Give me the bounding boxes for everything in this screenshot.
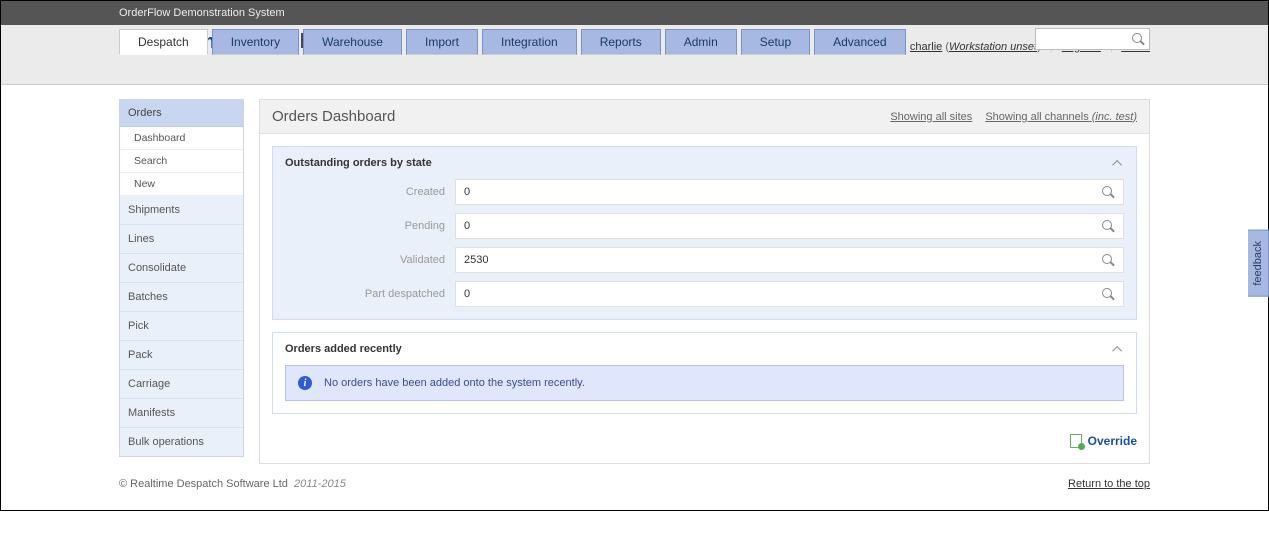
info-text: No orders have been added onto the syste…: [324, 377, 585, 389]
state-value: 0: [455, 213, 1124, 239]
channels-link[interactable]: Showing all channels (inc. test): [985, 111, 1137, 123]
sidebar-item-shipments[interactable]: Shipments: [120, 196, 243, 225]
outstanding-title: Outstanding orders by state: [285, 157, 432, 169]
recent-title: Orders added recently: [285, 343, 402, 355]
state-row: Part despatched 0: [285, 281, 1124, 307]
main-tabs: DespatchInventoryWarehouseImportIntegrat…: [119, 29, 906, 55]
search-input[interactable]: [1047, 31, 1132, 47]
sidebar-item-lines[interactable]: Lines: [120, 225, 243, 254]
state-label: Pending: [285, 220, 455, 232]
sidebar-sub-new[interactable]: New: [120, 173, 243, 196]
collapse-icon[interactable]: [1112, 343, 1124, 355]
tab-setup[interactable]: Setup: [741, 29, 810, 55]
search-icon[interactable]: [1102, 288, 1115, 301]
override-icon: [1070, 434, 1082, 448]
tab-warehouse[interactable]: Warehouse: [303, 29, 402, 55]
search-icon[interactable]: [1102, 186, 1115, 199]
state-value: 0: [455, 281, 1124, 307]
search-icon[interactable]: [1102, 220, 1115, 233]
state-row: Pending 0: [285, 213, 1124, 239]
state-label: Created: [285, 186, 455, 198]
header: RealtimeDespatch charlie (Workstation un…: [1, 25, 1268, 85]
sidebar-item-pick[interactable]: Pick: [120, 312, 243, 341]
sidebar-sub-dashboard[interactable]: Dashboard: [120, 127, 243, 150]
workstation-link[interactable]: Workstation unset: [949, 41, 1037, 53]
tab-despatch[interactable]: Despatch: [119, 29, 208, 55]
copyright-years: 2011-2015: [294, 478, 346, 490]
sites-link[interactable]: Showing all sites: [890, 111, 972, 123]
info-message: i No orders have been added onto the sys…: [285, 365, 1124, 401]
system-title: OrderFlow Demonstration System: [119, 7, 285, 19]
state-row: Validated 2530: [285, 247, 1124, 273]
state-label: Part despatched: [285, 288, 455, 300]
info-icon: i: [298, 376, 312, 390]
sidebar-item-manifests[interactable]: Manifests: [120, 399, 243, 428]
outstanding-panel: Outstanding orders by state Created0Pend…: [272, 146, 1137, 320]
state-row: Created 0: [285, 179, 1124, 205]
sidebar-sub-search[interactable]: Search: [120, 150, 243, 173]
tab-import[interactable]: Import: [406, 29, 478, 55]
state-label: Validated: [285, 254, 455, 266]
state-count: 0: [464, 288, 470, 300]
tab-advanced[interactable]: Advanced: [814, 29, 905, 55]
top-bar: OrderFlow Demonstration System: [1, 1, 1268, 25]
collapse-icon[interactable]: [1112, 157, 1124, 169]
state-value: 2530: [455, 247, 1124, 273]
main-panel: Orders Dashboard Showing all sites Showi…: [259, 99, 1150, 464]
sidebar-head-orders[interactable]: Orders: [120, 100, 243, 127]
tab-integration[interactable]: Integration: [482, 29, 577, 55]
footer: © Realtime Despatch Software Ltd 2011-20…: [1, 464, 1268, 510]
sidebar-item-batches[interactable]: Batches: [120, 283, 243, 312]
recent-panel: Orders added recently i No orders have b…: [272, 332, 1137, 414]
override-link[interactable]: Override: [1070, 434, 1137, 448]
sidebar-item-consolidate[interactable]: Consolidate: [120, 254, 243, 283]
state-count: 0: [464, 220, 470, 232]
filter-links: Showing all sites Showing all channels (…: [880, 111, 1137, 123]
search-box[interactable]: [1035, 28, 1150, 50]
page-title: Orders Dashboard: [272, 108, 395, 125]
tab-admin[interactable]: Admin: [665, 29, 737, 55]
return-top-link[interactable]: Return to the top: [1068, 478, 1150, 490]
state-count: 0: [464, 186, 470, 198]
feedback-tab[interactable]: feedback: [1248, 230, 1269, 297]
sidebar: Orders DashboardSearchNew ShipmentsLines…: [119, 99, 244, 457]
sidebar-item-carriage[interactable]: Carriage: [120, 370, 243, 399]
tab-reports[interactable]: Reports: [581, 29, 661, 55]
search-icon[interactable]: [1102, 254, 1115, 267]
sidebar-item-pack[interactable]: Pack: [120, 341, 243, 370]
override-area: Override: [260, 426, 1149, 463]
main-header: Orders Dashboard Showing all sites Showi…: [260, 100, 1149, 134]
search-icon[interactable]: [1132, 33, 1145, 46]
state-count: 2530: [464, 254, 488, 266]
sidebar-item-bulk-operations[interactable]: Bulk operations: [120, 428, 243, 456]
state-value: 0: [455, 179, 1124, 205]
tab-inventory[interactable]: Inventory: [212, 29, 299, 55]
copyright: © Realtime Despatch Software Ltd: [119, 478, 288, 490]
username-link[interactable]: charlie: [910, 41, 942, 53]
